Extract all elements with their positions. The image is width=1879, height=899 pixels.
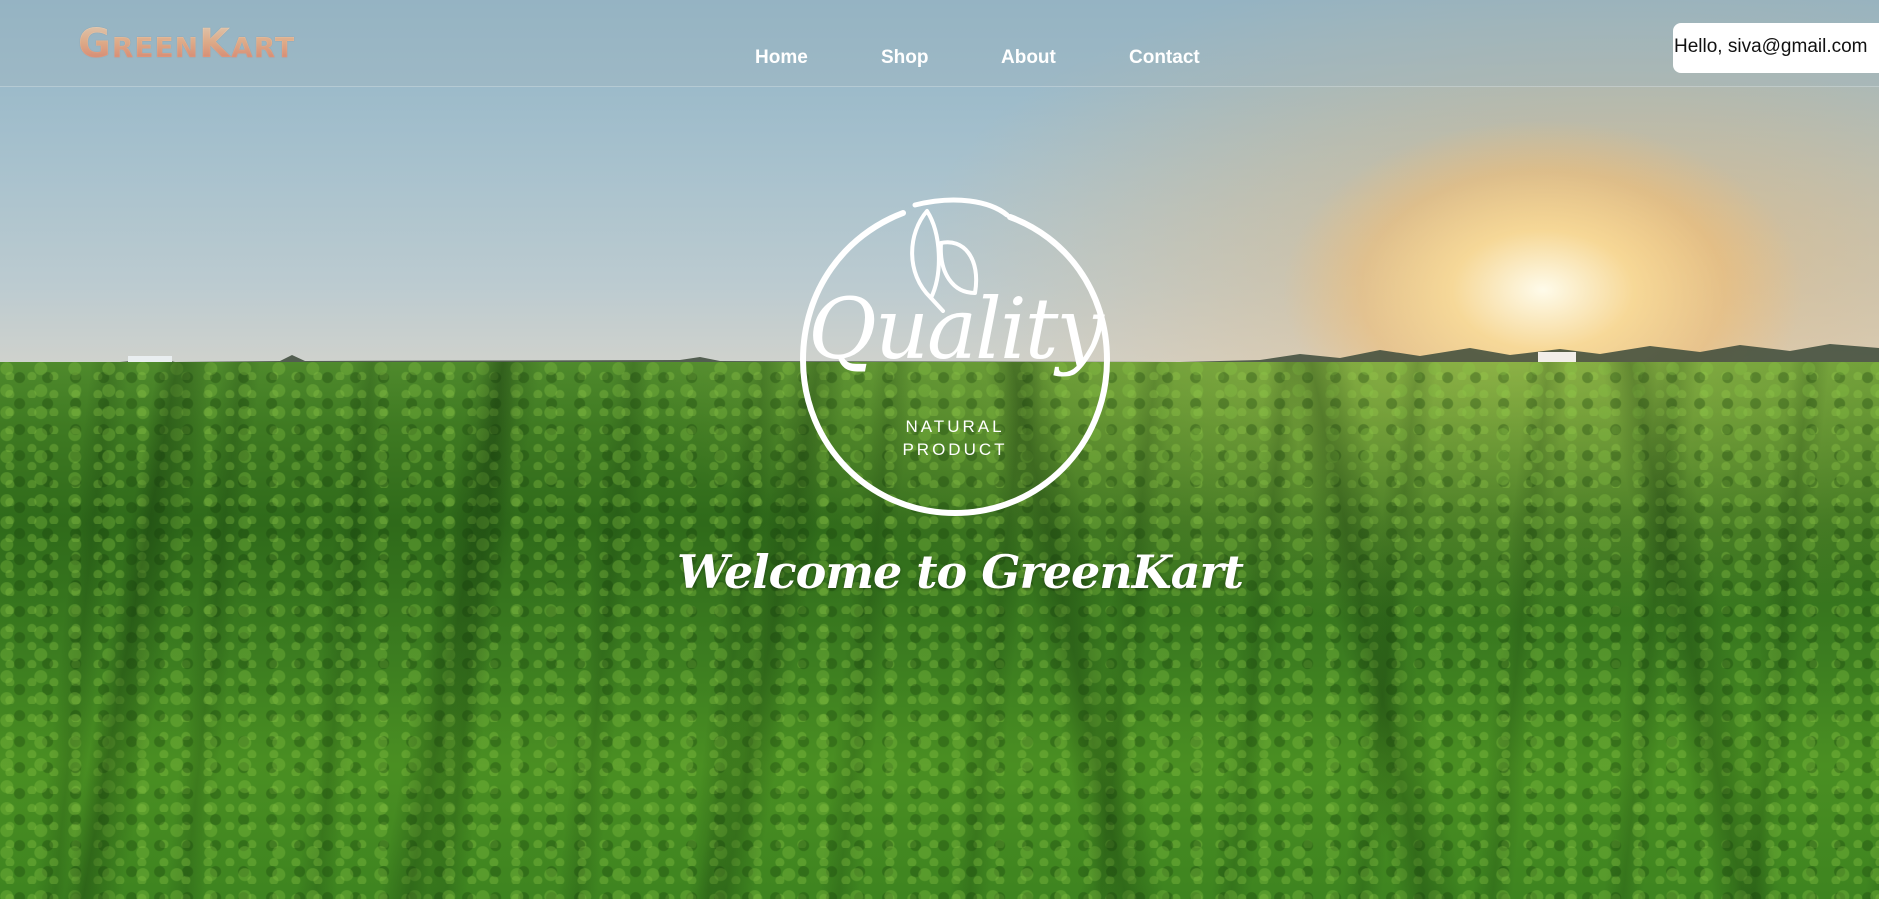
main-nav: Home Shop About Contact — [0, 46, 1879, 70]
nav-home-link[interactable]: Home — [755, 46, 808, 70]
landing-page: GreenKart Home Shop About Contact Hello,… — [0, 0, 1879, 899]
nav-about-link[interactable]: About — [1001, 46, 1056, 70]
nav-contact-link[interactable]: Contact — [1129, 46, 1200, 70]
user-greeting[interactable]: Hello, siva@gmail.com — [1673, 23, 1879, 73]
site-header: GreenKart Home Shop About Contact Hello,… — [0, 0, 1879, 87]
quality-emblem: Quality NATURAL PRODUCT — [795, 195, 1115, 525]
nav-shop-link[interactable]: Shop — [881, 46, 929, 70]
emblem-quality-text: Quality — [808, 280, 1104, 378]
welcome-heading: Welcome to GreenKart — [676, 545, 1244, 599]
emblem-natural-text: NATURAL — [905, 417, 1005, 436]
emblem-product-text: PRODUCT — [902, 440, 1008, 459]
